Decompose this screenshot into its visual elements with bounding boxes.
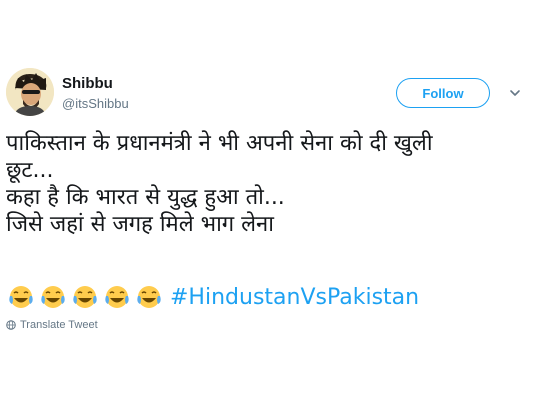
face-with-tears-of-joy-icon <box>41 286 65 308</box>
emoji-hashtag-row: #HindustanVsPakistan <box>8 282 419 312</box>
face-with-tears-of-joy-icon <box>137 286 161 308</box>
face-with-tears-of-joy-icon <box>73 286 97 308</box>
tweet-text: पाकिस्तान के प्रधानमंत्री ने भी अपनी सेन… <box>6 130 536 238</box>
display-name[interactable]: Shibbu <box>62 75 113 92</box>
globe-icon <box>6 320 16 330</box>
tweet-line: पाकिस्तान के प्रधानमंत्री ने भी अपनी सेन… <box>6 131 433 156</box>
translate-label: Translate Tweet <box>20 319 98 331</box>
chevron-down-icon[interactable] <box>508 86 522 100</box>
avatar[interactable] <box>6 68 54 116</box>
face-with-tears-of-joy-icon <box>9 286 33 308</box>
follow-button[interactable]: Follow <box>396 78 490 108</box>
translate-tweet-link[interactable]: Translate Tweet <box>6 319 98 331</box>
hashtag-link[interactable]: #HindustanVsPakistan <box>170 285 419 310</box>
tweet-line: कहा है कि भारत से युद्ध हुआ तो... <box>6 185 285 210</box>
user-handle[interactable]: @itsShibbu <box>62 96 129 111</box>
tweet-card: Shibbu @itsShibbu Follow पाकिस्तान के प्… <box>0 0 540 405</box>
tweet-line: जिसे जहां से जगह मिले भाग लेना <box>6 212 274 237</box>
tweet-line: छूट... <box>6 158 54 183</box>
face-with-tears-of-joy-icon <box>105 286 129 308</box>
